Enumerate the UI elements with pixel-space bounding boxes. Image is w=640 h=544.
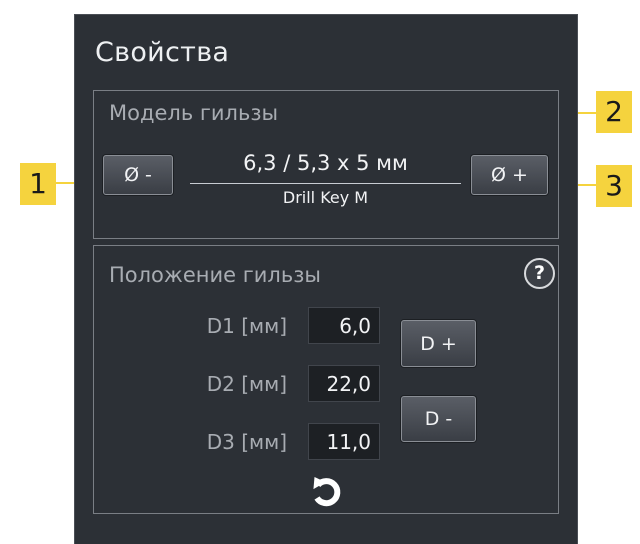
reset-rotate-icon[interactable] bbox=[309, 474, 345, 510]
properties-panel: Свойства Модель гильзы Ø - 6,3 / 5,3 x 5… bbox=[74, 14, 578, 544]
sleeve-model-title: Модель гильзы bbox=[109, 101, 279, 125]
panel-title: Свойства bbox=[95, 37, 230, 68]
diameter-minus-button[interactable]: Ø - bbox=[103, 155, 173, 195]
d1-field[interactable]: 6,0 bbox=[308, 307, 380, 344]
callout-1: 1 bbox=[20, 163, 56, 205]
drill-key-name: Drill Key M bbox=[282, 188, 369, 207]
sleeve-model-group: Модель гильзы Ø - 6,3 / 5,3 x 5 мм Drill… bbox=[93, 90, 559, 239]
sleeve-size-divider bbox=[190, 183, 461, 184]
d1-label: D1 [мм] bbox=[206, 314, 287, 338]
help-icon[interactable]: ? bbox=[524, 258, 555, 289]
d2-field[interactable]: 22,0 bbox=[308, 365, 380, 402]
d3-field[interactable]: 11,0 bbox=[308, 423, 380, 460]
sleeve-position-title: Положение гильзы bbox=[109, 263, 321, 287]
sleeve-position-group: Положение гильзы ? D1 [мм] 6,0 D2 [мм] 2… bbox=[93, 245, 559, 514]
d2-label: D2 [мм] bbox=[206, 372, 287, 396]
callout-2: 2 bbox=[596, 91, 632, 133]
d-minus-button[interactable]: D - bbox=[401, 396, 476, 442]
d-plus-button[interactable]: D + bbox=[401, 320, 476, 367]
diameter-plus-button[interactable]: Ø + bbox=[471, 155, 548, 195]
sleeve-size-text: 6,3 / 5,3 x 5 мм bbox=[243, 151, 408, 175]
callout-3: 3 bbox=[596, 165, 632, 207]
d3-label: D3 [мм] bbox=[206, 430, 287, 454]
